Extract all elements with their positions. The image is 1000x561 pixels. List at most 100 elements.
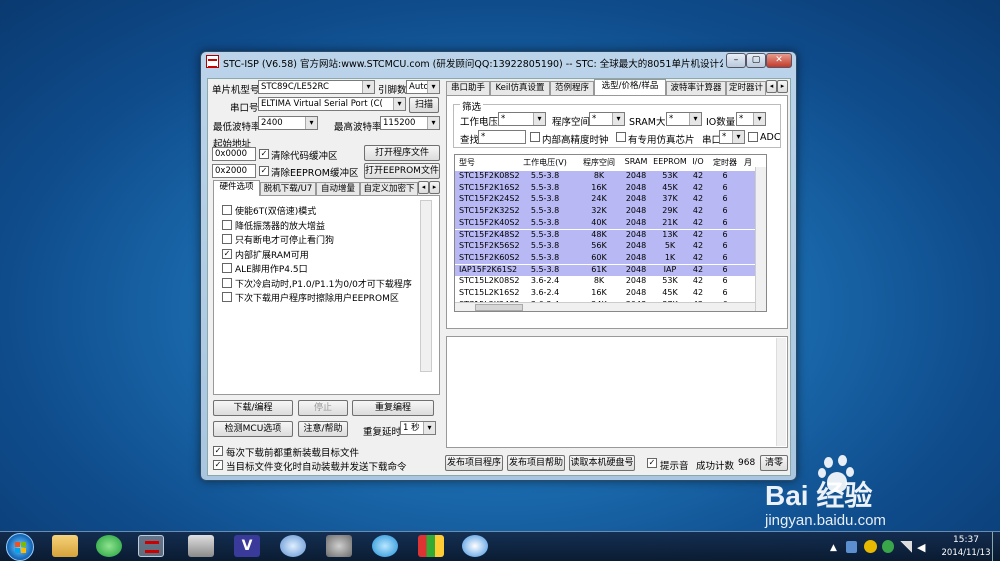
explorer-icon[interactable]: [52, 535, 78, 557]
simulator-checkbox[interactable]: [616, 132, 626, 142]
adc-checkbox[interactable]: [748, 132, 758, 142]
voltage-select[interactable]: *: [498, 112, 546, 126]
clock-date[interactable]: 2014/11/13: [940, 548, 992, 558]
table-vscroll[interactable]: [755, 167, 766, 311]
clear-eeprom-checkbox[interactable]: ✓: [259, 166, 269, 176]
sram-size-select[interactable]: *: [666, 112, 702, 126]
read-hdd-button[interactable]: 读取本机硬盘号: [569, 455, 635, 471]
table-hscroll-thumb[interactable]: [475, 304, 523, 311]
publish-program-button[interactable]: 发布项目程序: [445, 455, 503, 471]
tray-shield-icon[interactable]: [846, 541, 857, 553]
output-log[interactable]: [446, 336, 788, 448]
option-checkbox[interactable]: [222, 205, 232, 215]
max-baud-select[interactable]: 115200: [380, 116, 440, 130]
autoload-checkbox[interactable]: ✓: [213, 460, 223, 470]
right-tab-scroll-left[interactable]: ◂: [766, 80, 777, 93]
close-button[interactable]: ✕: [766, 53, 792, 68]
uart-select[interactable]: *: [719, 130, 745, 144]
help-button[interactable]: 注意/帮助: [298, 421, 348, 437]
repeat-program-button[interactable]: 重复编程: [352, 400, 434, 416]
publish-help-button[interactable]: 发布项目帮助: [507, 455, 565, 471]
network-icon[interactable]: [900, 541, 912, 553]
refresh-app-icon[interactable]: [96, 535, 122, 557]
hp-clock-checkbox[interactable]: [530, 132, 540, 142]
tab-selection-price[interactable]: 选型/价格/样品: [594, 79, 666, 95]
start-address-input-1[interactable]: 0x0000: [212, 147, 256, 161]
table-row[interactable]: STC15F2K56S2 5.5-3.8 56K 2048 5K 42 6: [455, 241, 755, 253]
tab-timer[interactable]: 定时器计: [726, 81, 766, 95]
start-address-input-2[interactable]: 0x2000: [212, 164, 256, 178]
tab-hardware-options[interactable]: 硬件选项: [213, 180, 260, 196]
table-header-cell[interactable]: 月: [741, 157, 755, 168]
show-desktop-button[interactable]: [992, 532, 1000, 561]
open-program-button[interactable]: 打开程序文件: [364, 145, 440, 161]
table-header-cell[interactable]: I/O: [689, 157, 707, 166]
table-row[interactable]: STC15F2K16S2 5.5-3.8 16K 2048 45K 42 6: [455, 182, 755, 195]
io-count-select[interactable]: *: [736, 112, 766, 126]
clock-time[interactable]: 15:37: [946, 535, 986, 545]
clear-code-checkbox[interactable]: ✓: [259, 149, 269, 159]
table-header-cell[interactable]: 定时器: [711, 157, 739, 168]
option-checkbox[interactable]: [222, 277, 232, 288]
option-checkbox[interactable]: [222, 263, 232, 273]
right-tab-scroll-right[interactable]: ▸: [777, 80, 788, 93]
minimize-button[interactable]: –: [726, 53, 746, 68]
table-hscroll[interactable]: [455, 302, 755, 311]
globe-icon[interactable]: [280, 535, 306, 557]
browser-icon[interactable]: [372, 535, 398, 557]
download-button[interactable]: 下载/编程: [213, 400, 293, 416]
table-row[interactable]: IAP15F2K61S2 5.5-3.8 61K 2048 IAP 42 6: [455, 264, 755, 277]
table-row[interactable]: STC15L2K08S2 3.6-2.4 8K 2048 53K 42 6: [455, 276, 755, 288]
min-baud-select[interactable]: 2400: [258, 116, 318, 130]
table-header-cell[interactable]: EEPROM: [653, 157, 687, 166]
tab-keil-settings[interactable]: Keil仿真设置: [490, 81, 550, 95]
table-header-cell[interactable]: 工作电压(V): [521, 157, 569, 168]
stop-button[interactable]: 停止: [298, 400, 348, 416]
search-input[interactable]: *: [478, 130, 526, 144]
options-scrollbar[interactable]: [420, 200, 432, 372]
tray-update-icon[interactable]: [882, 540, 894, 553]
table-row[interactable]: STC15F2K40S2 5.5-3.8 40K 2048 21K 42 6: [455, 217, 755, 230]
option-checkbox[interactable]: ✓: [222, 248, 232, 259]
reload-checkbox[interactable]: ✓: [213, 446, 223, 456]
start-button[interactable]: [6, 533, 34, 561]
option-checkbox[interactable]: [222, 234, 232, 244]
tab-offline-download[interactable]: 脱机下载/U7: [260, 182, 316, 196]
table-row[interactable]: STC15L2K16S2 3.6-2.4 16K 2048 45K 42 6: [455, 288, 755, 300]
table-header-cell[interactable]: SRAM: [621, 157, 651, 166]
option-checkbox[interactable]: [222, 219, 232, 230]
tab-scroll-left[interactable]: ◂: [418, 181, 429, 194]
check-mcu-button[interactable]: 检测MCU选项: [213, 421, 293, 437]
table-row[interactable]: STC15F2K08S2 5.5-3.8 8K 2048 53K 42 6: [455, 171, 755, 183]
program-space-select[interactable]: *: [589, 112, 625, 126]
tab-baud-calculator[interactable]: 波特率计算器: [666, 81, 726, 95]
table-row[interactable]: STC15F2K60S2 5.5-3.8 60K 2048 1K 42 6: [455, 252, 755, 265]
table-row[interactable]: STC15F2K48S2 5.5-3.8 48K 2048 13K 42 6: [455, 229, 755, 241]
beep-checkbox[interactable]: ✓: [647, 458, 657, 468]
open-eeprom-button[interactable]: 打开EEPROM文件: [364, 163, 440, 179]
feather-app-icon[interactable]: [462, 535, 488, 557]
table-header-cell[interactable]: 型号: [459, 157, 517, 168]
device-icon[interactable]: [326, 535, 352, 557]
table-header-cell[interactable]: 程序空间: [579, 157, 619, 168]
mcu-type-select[interactable]: STC89C/LE52RC: [258, 80, 375, 94]
title-bar[interactable]: STC-ISP (V6.58) 官方网站:www.STCMCU.com (研发顾…: [201, 52, 796, 72]
tray-app-icon[interactable]: [864, 540, 877, 553]
tab-scroll-right[interactable]: ▸: [429, 181, 440, 194]
maximize-button[interactable]: ▢: [746, 53, 766, 68]
tab-serial-assistant[interactable]: 串口助手: [446, 81, 490, 95]
repeat-delay-select[interactable]: 1 秒: [400, 421, 436, 435]
log-scrollbar[interactable]: [776, 338, 786, 446]
clear-count-button[interactable]: 清零: [760, 455, 788, 471]
tab-auto-increment[interactable]: 自动增量: [316, 182, 360, 196]
tray-expand-icon[interactable]: ▲: [830, 543, 837, 553]
tab-examples[interactable]: 范例程序: [550, 81, 594, 95]
visual-studio-icon[interactable]: V: [234, 535, 260, 557]
serial-port-select[interactable]: ELTIMA Virtual Serial Port (C(: [258, 97, 406, 111]
volume-icon[interactable]: ◀: [917, 541, 925, 554]
pin-count-select[interactable]: Auto: [406, 80, 440, 94]
tool-app-icon[interactable]: [188, 535, 214, 557]
option-checkbox[interactable]: [222, 292, 232, 302]
table-row[interactable]: STC15F2K24S2 5.5-3.8 24K 2048 37K 42 6: [455, 194, 755, 206]
table-row[interactable]: STC15F2K32S2 5.5-3.8 32K 2048 29K 42 6: [455, 206, 755, 218]
